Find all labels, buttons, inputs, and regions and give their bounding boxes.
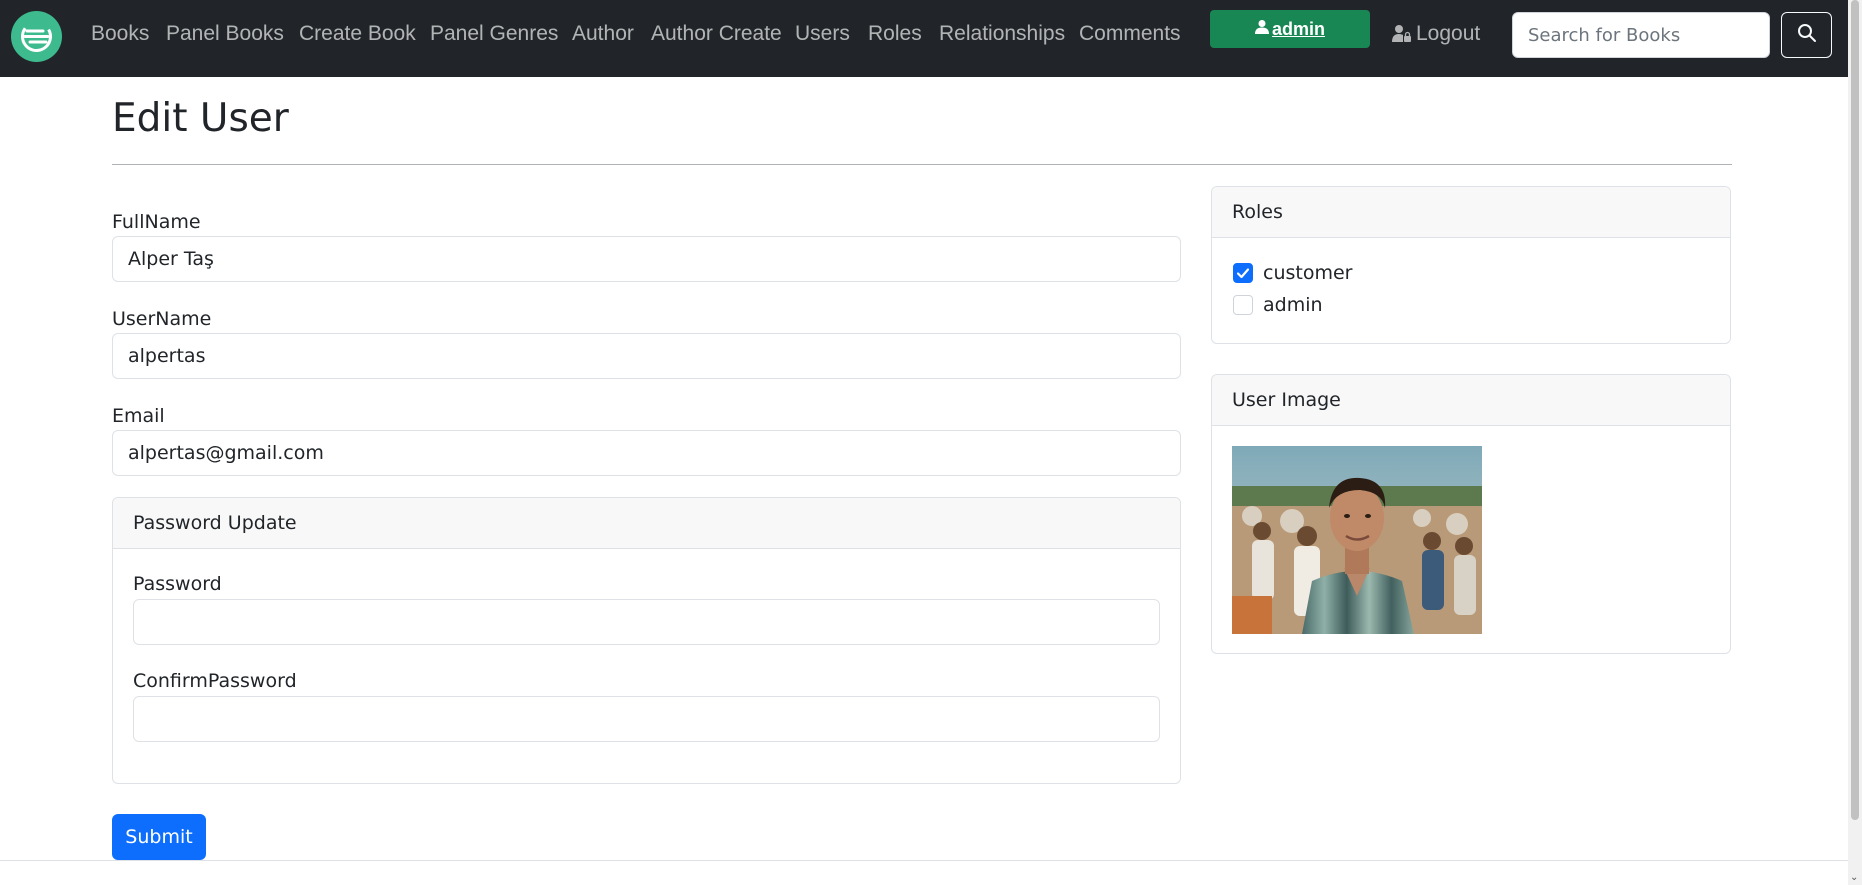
username-input[interactable]: alpertas (112, 333, 1181, 379)
nav-link-panel-books[interactable]: Panel Books (166, 22, 284, 46)
submit-label: Submit (125, 826, 193, 848)
vertical-scrollbar-thumb[interactable] (1851, 0, 1859, 820)
email-value: alpertas@gmail.com (128, 442, 324, 464)
logout-link[interactable]: Logout (1392, 22, 1480, 46)
username-label: UserName (112, 308, 212, 330)
confirm-password-label: ConfirmPassword (133, 670, 297, 692)
logout-label: Logout (1416, 22, 1481, 45)
nav-link-books[interactable]: Books (91, 22, 149, 46)
page-title: Edit User (112, 96, 289, 141)
fullname-label: FullName (112, 211, 201, 233)
horizontal-scrollbar-track[interactable] (0, 860, 1848, 861)
username-value: alpertas (128, 345, 206, 367)
nav-link-author[interactable]: Author (572, 22, 634, 46)
search-icon (1797, 23, 1817, 47)
user-icon (1254, 19, 1269, 40)
nav-link-relationships[interactable]: Relationships (939, 22, 1065, 46)
role-admin-checkbox[interactable] (1233, 295, 1253, 315)
user-image-header: User Image (1212, 375, 1730, 426)
fullname-value: Alper Taş (128, 248, 214, 270)
nav-link-create-book[interactable]: Create Book (299, 22, 416, 46)
title-divider (112, 164, 1732, 165)
confirm-password-input[interactable] (133, 696, 1160, 742)
top-navbar: Books Panel Books Create Book Panel Genr… (0, 0, 1848, 77)
user-image-title: User Image (1232, 389, 1341, 411)
checkmark-icon (1236, 268, 1250, 279)
password-update-title: Password Update (133, 512, 297, 534)
email-label: Email (112, 405, 165, 427)
nav-link-panel-genres[interactable]: Panel Genres (430, 22, 558, 46)
search-input[interactable]: Search for Books (1512, 12, 1770, 58)
search-placeholder: Search for Books (1528, 24, 1681, 46)
roles-title: Roles (1232, 201, 1283, 223)
password-label: Password (133, 573, 222, 595)
submit-button[interactable]: Submit (112, 814, 206, 860)
user-photo (1232, 446, 1482, 634)
brand-logo-icon[interactable] (11, 11, 62, 62)
search-button[interactable] (1781, 12, 1832, 58)
scroll-down-arrow-icon[interactable]: ⌄ (1850, 872, 1858, 883)
password-update-header: Password Update (113, 498, 1180, 549)
nav-link-users[interactable]: Users (795, 22, 850, 46)
vertical-scrollbar[interactable] (1848, 0, 1862, 885)
role-admin-label[interactable]: admin (1263, 294, 1323, 316)
admin-profile-button[interactable]: admin (1210, 10, 1370, 48)
fullname-input[interactable]: Alper Taş (112, 236, 1181, 282)
nav-link-author-create[interactable]: Author Create (651, 22, 782, 46)
email-input[interactable]: alpertas@gmail.com (112, 430, 1181, 476)
role-customer-label[interactable]: customer (1263, 262, 1352, 284)
admin-button-label: admin (1271, 18, 1325, 39)
nav-link-comments[interactable]: Comments (1079, 22, 1181, 46)
user-lock-icon (1392, 24, 1412, 44)
role-customer-checkbox[interactable] (1233, 263, 1253, 283)
password-input[interactable] (133, 599, 1160, 645)
roles-header: Roles (1212, 187, 1730, 238)
nav-link-roles[interactable]: Roles (868, 22, 922, 46)
